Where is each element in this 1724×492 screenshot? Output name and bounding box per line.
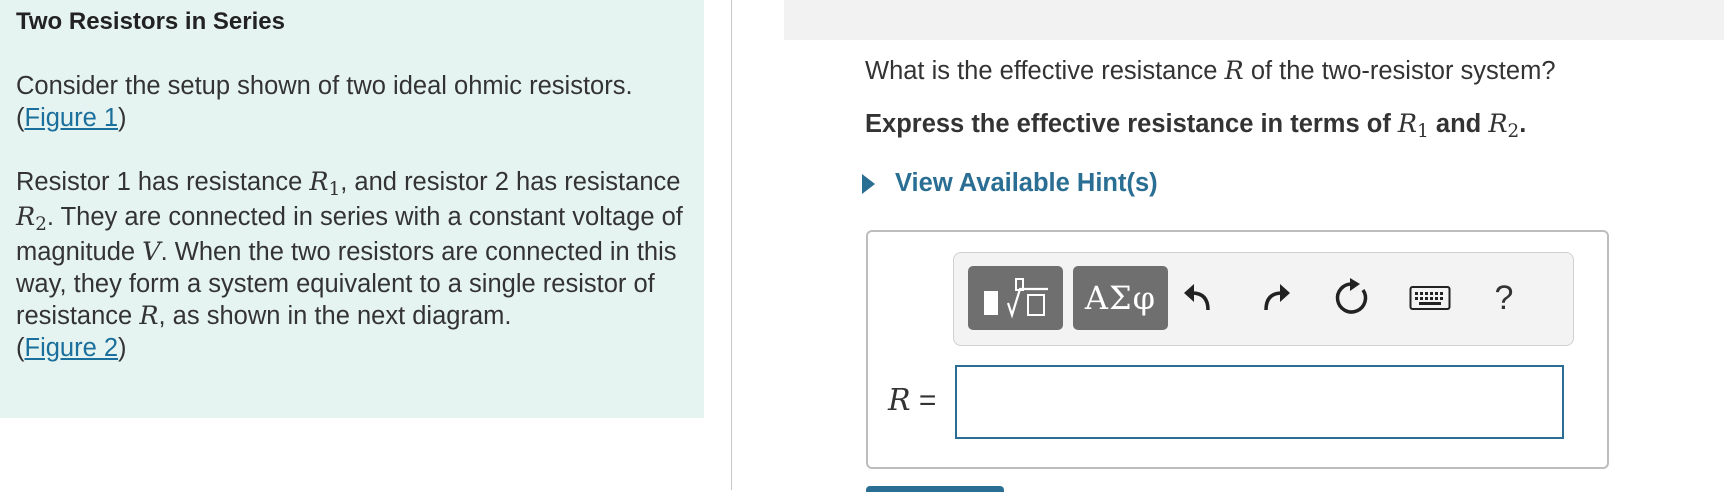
view-hints-toggle[interactable]: View Available Hint(s) <box>862 169 1158 198</box>
reset-icon <box>1335 278 1368 314</box>
problem-title: Two Resistors in Series <box>16 8 285 35</box>
math-R1: R1 <box>309 167 341 200</box>
description-paragraph: Resistor 1 has resistance R1, and resist… <box>16 167 683 362</box>
problem-intro-panel: Two Resistors in Series Consider the set… <box>0 0 704 418</box>
intro-paragraph: Consider the setup shown of two ideal oh… <box>16 72 633 132</box>
expand-triangle-icon <box>862 173 875 194</box>
keyboard-icon <box>1409 286 1451 310</box>
math-V: V <box>142 237 161 267</box>
answer-input[interactable] <box>955 365 1564 439</box>
figure-2-link[interactable]: Figure 2 <box>25 334 119 362</box>
greek-symbols-button[interactable]: ΑΣφ <box>1073 266 1168 330</box>
keyboard-button[interactable] <box>1402 267 1458 329</box>
math-R2: R2 <box>16 202 47 235</box>
figure-1-link[interactable]: Figure 1 <box>25 104 119 132</box>
reset-button[interactable] <box>1324 267 1380 329</box>
part-header-bar <box>784 0 1724 40</box>
intro-text: Consider the setup shown of two ideal oh… <box>16 72 633 100</box>
redo-button[interactable] <box>1248 267 1304 329</box>
question-text: What is the effective resistance R of th… <box>865 56 1556 86</box>
help-button[interactable]: ? <box>1476 267 1532 329</box>
help-icon: ? <box>1494 278 1514 317</box>
panel-divider <box>731 0 732 490</box>
submit-button[interactable] <box>866 486 1004 492</box>
answer-label: R = <box>888 383 937 418</box>
undo-button[interactable] <box>1170 267 1226 329</box>
templates-button[interactable] <box>968 266 1063 330</box>
undo-icon <box>1184 284 1210 311</box>
math-toolbar: ΑΣφ ? <box>953 252 1574 346</box>
answer-instruction: Express the effective resistance in term… <box>865 109 1527 142</box>
redo-icon <box>1264 284 1290 311</box>
hints-label: View Available Hint(s) <box>895 169 1158 197</box>
greek-symbols-icon: ΑΣφ <box>1084 279 1157 317</box>
templates-icon <box>983 278 1048 319</box>
math-R: R <box>139 301 159 331</box>
